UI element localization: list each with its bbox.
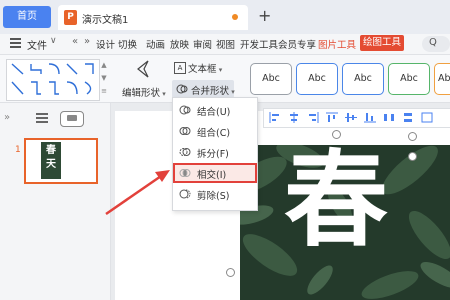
textbox-button[interactable]: 文本框 ▾	[188, 61, 222, 75]
textbox-icon[interactable]: A	[174, 62, 186, 74]
slide-thumbnail[interactable]: 春天	[24, 138, 98, 184]
thumbnail-text: 春天	[46, 145, 56, 170]
menu-item-label: 组合(C)	[197, 128, 231, 139]
tab-animation[interactable]: 动画	[146, 37, 165, 51]
menu-item-combine[interactable]: 组合(C)	[173, 121, 257, 141]
home-tab[interactable]: 首页	[3, 6, 51, 28]
merge-shape-menu: 结合(U) 组合(C) 拆分(F) 相交(I) 剪除(S)	[172, 97, 258, 211]
straight-connector-icon	[11, 63, 24, 75]
resize-handle-inner[interactable]	[408, 152, 417, 161]
shape-style-5[interactable]: Abc	[434, 63, 450, 95]
elbow-double-icon	[31, 81, 41, 95]
menu-item-label: 剪除(S)	[197, 191, 230, 202]
shape-style-1[interactable]: Abc	[250, 63, 292, 95]
tab-view[interactable]: 视图	[216, 37, 235, 51]
resize-handle-top[interactable]	[332, 130, 341, 139]
connector-gallery[interactable]	[6, 59, 100, 101]
rotate-handle[interactable]	[408, 132, 417, 141]
merge-shape-button[interactable]: 合并形状 ▾	[172, 80, 235, 98]
outline-view-icon[interactable]	[36, 113, 48, 123]
elbow-dbl-arrow-icon	[49, 81, 59, 95]
menu-item-subtract[interactable]: 剪除(S)	[173, 184, 257, 204]
textbox-label: 文本框	[188, 64, 217, 75]
slide-number: 1	[15, 145, 21, 155]
tab-design[interactable]: 设计	[96, 37, 115, 51]
tab-member[interactable]: 会员专享	[278, 37, 316, 51]
tab-drawing-tools[interactable]: 绘图工具	[360, 35, 405, 51]
align-bottom-icon[interactable]	[364, 112, 376, 123]
distribute-horizontal-icon[interactable]	[383, 112, 395, 123]
menu-item-label: 拆分(F)	[197, 149, 229, 160]
ribbon-scroll-right[interactable]: »	[84, 36, 90, 47]
shape-style-4[interactable]: Abc	[388, 63, 430, 95]
double-arrow-icon	[11, 81, 24, 95]
shape-style-3[interactable]: Abc	[342, 63, 384, 95]
arrow-connector-icon	[66, 63, 78, 75]
tab-developer[interactable]: 开发工具	[240, 37, 278, 51]
slide-title-char[interactable]: 春	[284, 145, 388, 255]
union-icon	[179, 105, 191, 115]
fragment-icon	[179, 148, 191, 156]
thumbnail-image: 春天	[41, 142, 61, 179]
shape-style-2[interactable]: Abc	[296, 63, 338, 95]
curved-dbl-icon	[84, 81, 92, 95]
tab-review[interactable]: 审阅	[193, 37, 212, 51]
edit-shape-button[interactable]: 编辑形状 ▾	[122, 85, 166, 99]
menu-item-intersect[interactable]: 相交(I)	[173, 163, 257, 183]
plant-photo[interactable]: 春	[240, 145, 450, 300]
menu-item-union[interactable]: 结合(U)	[173, 100, 257, 120]
ribbon-scroll-left[interactable]: «	[72, 36, 78, 47]
curved-connector-icon	[48, 63, 60, 75]
alignment-toolbar	[263, 108, 450, 128]
menu-item-label: 相交(I)	[197, 170, 227, 181]
chevron-down-icon[interactable]: ∨	[50, 36, 57, 46]
slide-panel: » 1 春天	[0, 103, 111, 300]
menu-item-fragment[interactable]: 拆分(F)	[173, 142, 257, 162]
presentation-icon: P	[64, 10, 77, 25]
intersect-icon	[179, 169, 191, 177]
align-left-icon[interactable]	[269, 112, 281, 123]
ribbon-tabs: 文件 ∨ « » 设计 切换 动画 放映 审阅 视图 开发工具 会员专享 图片工…	[0, 34, 450, 55]
distribute-vertical-icon[interactable]	[402, 112, 414, 123]
document-tab[interactable]: P 演示文稿1	[58, 5, 248, 30]
search-button[interactable]: Q	[422, 36, 450, 52]
file-menu[interactable]: 文件	[27, 37, 47, 52]
slides-view-icon[interactable]	[60, 111, 84, 127]
tab-transition[interactable]: 切换	[118, 37, 137, 51]
unsaved-indicator	[232, 14, 238, 20]
menu-item-label: 结合(U)	[197, 107, 231, 118]
curved-arrow-icon	[66, 81, 78, 95]
tab-slideshow[interactable]: 放映	[170, 37, 189, 51]
drawing-toolbar: ▲ ▼ ≡ 编辑形状 ▾ A 文本框 ▾ 合并形状 ▾ Abc Abc Abc Ab…	[0, 55, 450, 103]
resize-handle-left[interactable]	[226, 268, 235, 277]
align-middle-icon[interactable]	[345, 112, 357, 123]
hamburger-menu-icon[interactable]	[10, 38, 21, 48]
search-icon: Q	[429, 37, 437, 48]
new-tab-button[interactable]: +	[258, 6, 271, 25]
align-top-icon[interactable]	[326, 112, 338, 123]
combine-icon	[179, 127, 191, 135]
gallery-scroll[interactable]: ▲ ▼ ≡	[100, 59, 108, 99]
tab-bar: 首页 P 演示文稿1 +	[0, 0, 450, 34]
subtract-icon	[179, 189, 191, 199]
group-icon[interactable]	[421, 112, 433, 123]
tab-picture-tools[interactable]: 图片工具	[318, 37, 356, 51]
merge-shape-label: 合并形状 ▾	[191, 86, 235, 97]
annotation-arrow	[105, 170, 170, 216]
elbow-connector-icon	[30, 64, 42, 74]
edit-shape-icon[interactable]	[134, 59, 156, 79]
align-center-icon[interactable]	[288, 112, 300, 123]
edit-shape-label: 编辑形状	[122, 88, 161, 99]
elbow-arrow-icon	[85, 63, 94, 74]
align-right-icon[interactable]	[307, 112, 319, 123]
collapse-panel-button[interactable]: »	[4, 112, 10, 123]
merge-shape-icon	[176, 84, 188, 94]
document-title: 演示文稿1	[82, 15, 129, 26]
